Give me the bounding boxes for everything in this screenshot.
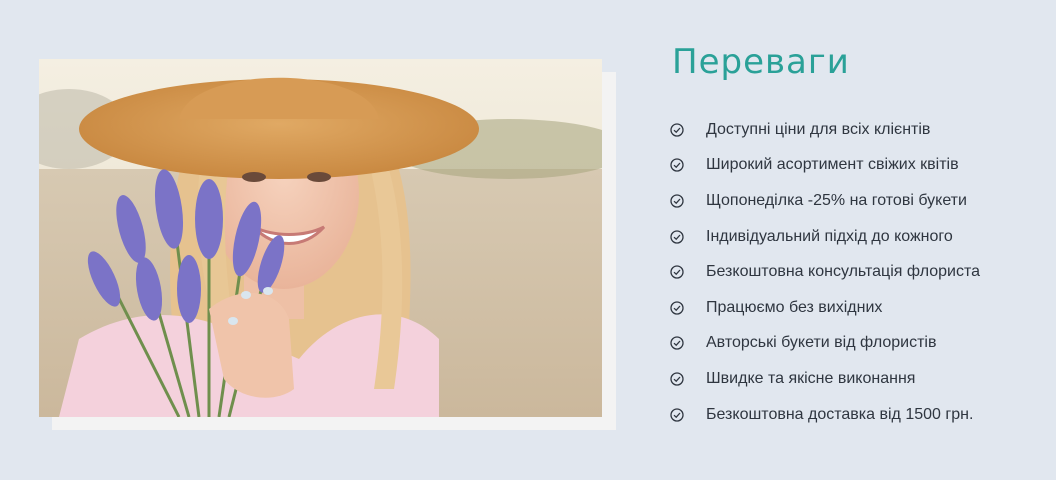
- benefit-label: Щопонеділка -25% на готові букети: [706, 191, 967, 209]
- benefit-item: Щопонеділка -25% на готові букети: [670, 183, 980, 219]
- benefit-label: Працюємо без вихідних: [706, 298, 883, 316]
- check-circle-icon: [670, 194, 684, 208]
- check-circle-icon: [670, 407, 684, 422]
- benefit-item: Індивідуальний підхід до кожного: [670, 219, 980, 255]
- check-circle-icon: [670, 123, 684, 137]
- benefit-label: Доступні ціни для всіх клієнтів: [706, 120, 931, 138]
- check-circle-icon: [670, 229, 684, 244]
- benefit-item: Авторські букети від флористів: [670, 326, 980, 362]
- benefit-item: Працюємо без вихідних: [670, 290, 980, 326]
- check-circle-icon: [670, 372, 684, 386]
- check-circle-icon: [670, 158, 684, 173]
- benefit-label: Авторські букети від флористів: [706, 334, 937, 352]
- benefit-label: Безкоштовна консультація флориста: [706, 263, 980, 281]
- benefit-item: Доступні ціни для всіх клієнтів: [670, 112, 980, 148]
- benefit-item: Безкоштовна доставка від 1500 грн.: [670, 397, 980, 433]
- benefits-list: Доступні ціни для всіх клієнтів Широкий …: [670, 112, 980, 432]
- woman-with-lavender-photo: [39, 59, 602, 417]
- benefit-item: Широкий асортимент свіжих квітів: [670, 148, 980, 184]
- benefit-label: Швидке та якісне виконання: [706, 369, 916, 387]
- benefit-label: Широкий асортимент свіжих квітів: [706, 156, 959, 174]
- benefit-item: Швидке та якісне виконання: [670, 361, 980, 397]
- benefit-item: Безкоштовна консультація флориста: [670, 254, 980, 290]
- check-circle-icon: [670, 265, 684, 279]
- check-circle-icon: [670, 301, 684, 315]
- check-circle-icon: [670, 336, 684, 351]
- section-title: Переваги: [672, 42, 850, 82]
- benefit-label: Індивідуальний підхід до кожного: [706, 227, 953, 245]
- benefit-label: Безкоштовна доставка від 1500 грн.: [706, 405, 974, 423]
